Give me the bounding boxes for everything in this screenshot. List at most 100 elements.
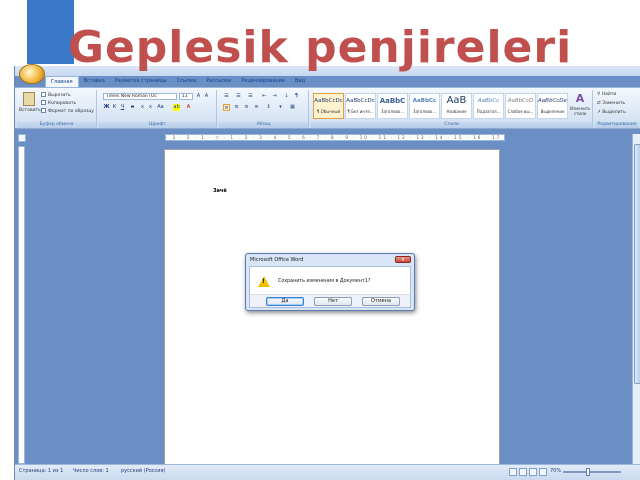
italic-icon[interactable]: К [111, 104, 118, 111]
language-indicator[interactable]: русский (Россия) [121, 468, 165, 474]
editing-group: ⚲ Найти ⇄ Заменить ➚ Выделить Редактиров… [595, 90, 639, 128]
paragraph-group: ☰ ☰ ☰ ⇤ ⇥ ↓ ¶ ≡ ≡ ≡ ≡ ↕ ▾ ▦ Абзац [219, 90, 309, 128]
change-case-icon[interactable]: Aa [157, 104, 164, 111]
dialog-button-row: Да Нет Отмена [250, 294, 410, 307]
font-name-select[interactable]: Times New Roman (Ос [103, 93, 177, 100]
zoom-slider[interactable] [563, 471, 621, 473]
replace-icon: ⇄ [597, 101, 601, 106]
strikethrough-icon[interactable]: a [129, 104, 136, 111]
print-layout-icon[interactable] [509, 468, 517, 476]
cancel-button[interactable]: Отмена [362, 297, 400, 306]
style-heading-1[interactable]: AaBbC Заголово... [377, 93, 408, 119]
style-emphasis[interactable]: AaBbCcDe Выделение [537, 93, 568, 119]
find-label: Найти [601, 92, 617, 97]
style-subtitle[interactable]: AaBbCc Подзагол... [473, 93, 504, 119]
sort-icon[interactable]: ↓ [283, 93, 290, 100]
style-name: Слабое вы... [507, 109, 534, 114]
word-count[interactable]: Число слов: 1 [73, 468, 109, 474]
style-normal[interactable]: AaBbCcDc ¶ Обычный [313, 93, 344, 119]
style-preview: AaBbCcDc [314, 98, 343, 104]
style-no-spacing[interactable]: AaBbCcDc ¶ Без инте... [345, 93, 376, 119]
cut-button[interactable]: Вырезать [41, 92, 71, 98]
line-spacing-icon[interactable]: ↕ [265, 104, 272, 111]
format-painter-button[interactable]: Формат по образцу [41, 108, 94, 114]
style-subtle-emphasis[interactable]: AaBbCcD Слабое вы... [505, 93, 536, 119]
style-preview: AaB [446, 95, 467, 106]
paste-button[interactable]: Вставить [19, 108, 41, 113]
select-button[interactable]: ➚ Выделить [597, 110, 626, 115]
format-painter-label: Формат по образцу [48, 109, 95, 114]
grow-font-icon[interactable]: A [195, 93, 202, 100]
styles-icon: A [575, 92, 585, 105]
style-heading-2[interactable]: AaBbCc Заголово... [409, 93, 440, 119]
borders-icon[interactable]: ▦ [289, 104, 296, 111]
multilevel-list-icon[interactable]: ☰ [247, 93, 254, 100]
editing-group-label: Редактирование [595, 122, 639, 128]
slide: Geplesik penjireleri Главная Вставка Раз… [0, 0, 640, 480]
font-color-icon[interactable]: A [185, 104, 192, 111]
style-preview: AaBbC [379, 97, 406, 105]
ribbon: Вставить Вырезать Копировать Формат по о… [15, 87, 640, 129]
bullets-icon[interactable]: ☰ [223, 93, 230, 100]
font-size-select[interactable]: 11 [179, 93, 193, 100]
tab-selector[interactable] [18, 134, 26, 142]
align-right-icon[interactable]: ≡ [243, 104, 250, 111]
style-name: ¶ Обычный [316, 109, 341, 114]
change-styles-button[interactable]: A Изменить стили [570, 92, 591, 120]
style-title[interactable]: AaB Название [441, 93, 472, 119]
style-preview: AaBbCc [412, 98, 437, 104]
increase-indent-icon[interactable]: ⇥ [271, 93, 278, 100]
horizontal-ruler[interactable]: · 3 · 2 · 1 · ▽ · 1 · 2 · 3 · 4 · 5 · 6 … [165, 134, 505, 141]
clipboard-group: Вставить Вырезать Копировать Формат по о… [17, 90, 97, 128]
brush-icon [41, 108, 46, 113]
subscript-icon[interactable]: x [139, 104, 146, 111]
style-name: Подзагол... [476, 109, 501, 114]
paste-icon [23, 92, 35, 106]
binoculars-icon: ⚲ [597, 92, 601, 97]
page-count[interactable]: Страница: 1 из 1 [19, 468, 63, 474]
style-name: Выделение [540, 109, 565, 114]
web-layout-icon[interactable] [529, 468, 537, 476]
style-preview: AaBbCcDe [538, 98, 567, 104]
style-preview: AaBbCcDc [346, 98, 375, 104]
full-screen-icon[interactable] [519, 468, 527, 476]
pilcrow-icon[interactable]: ¶ [293, 93, 300, 100]
shading-icon[interactable]: ▾ [277, 104, 284, 111]
outline-icon[interactable] [539, 468, 547, 476]
highlight-icon[interactable]: ab [173, 104, 180, 111]
no-button[interactable]: Нет [314, 297, 352, 306]
dialog-close-button[interactable]: x [395, 256, 411, 263]
select-label: Выделить [602, 110, 626, 115]
save-changes-dialog: Microsoft Office Word x ! Сохранить изме… [245, 253, 415, 311]
dialog-body: ! Сохранить изменения в Документ1? Да Не… [249, 266, 411, 308]
style-name: Заголово... [412, 109, 437, 114]
vertical-ruler[interactable] [18, 146, 25, 464]
bold-icon[interactable]: Ж [103, 104, 110, 111]
cursor-icon: ➚ [597, 110, 601, 115]
scissors-icon [41, 92, 46, 97]
yes-button[interactable]: Да [266, 297, 304, 306]
numbering-icon[interactable]: ☰ [235, 93, 242, 100]
copy-button[interactable]: Копировать [41, 100, 76, 106]
dialog-message: Сохранить изменения в Документ1? [278, 279, 371, 284]
zoom-slider-knob[interactable] [586, 468, 590, 476]
align-left-icon[interactable]: ≡ [223, 104, 230, 111]
styles-group-label: Стили [311, 122, 592, 128]
decrease-indent-icon[interactable]: ⇤ [261, 93, 268, 100]
replace-button[interactable]: ⇄ Заменить [597, 101, 625, 106]
font-group: Times New Roman (Ос 11 A A Ж К Ч a x x A… [99, 90, 217, 128]
vertical-scrollbar[interactable] [632, 134, 640, 464]
find-button[interactable]: ⚲ Найти [597, 92, 616, 97]
style-preview: AaBbCc [477, 98, 500, 104]
scrollbar-thumb[interactable] [634, 144, 640, 384]
copy-label: Копировать [48, 101, 77, 106]
align-center-icon[interactable]: ≡ [233, 104, 240, 111]
zoom-level[interactable]: 70% [550, 468, 561, 474]
change-styles-label: Изменить стили [570, 106, 591, 116]
underline-icon[interactable]: Ч [119, 104, 126, 111]
replace-label: Заменить [602, 101, 626, 106]
shrink-font-icon[interactable]: A [203, 93, 210, 100]
superscript-icon[interactable]: x [147, 104, 154, 111]
cut-label: Вырезать [48, 93, 71, 98]
justify-icon[interactable]: ≡ [253, 104, 260, 111]
